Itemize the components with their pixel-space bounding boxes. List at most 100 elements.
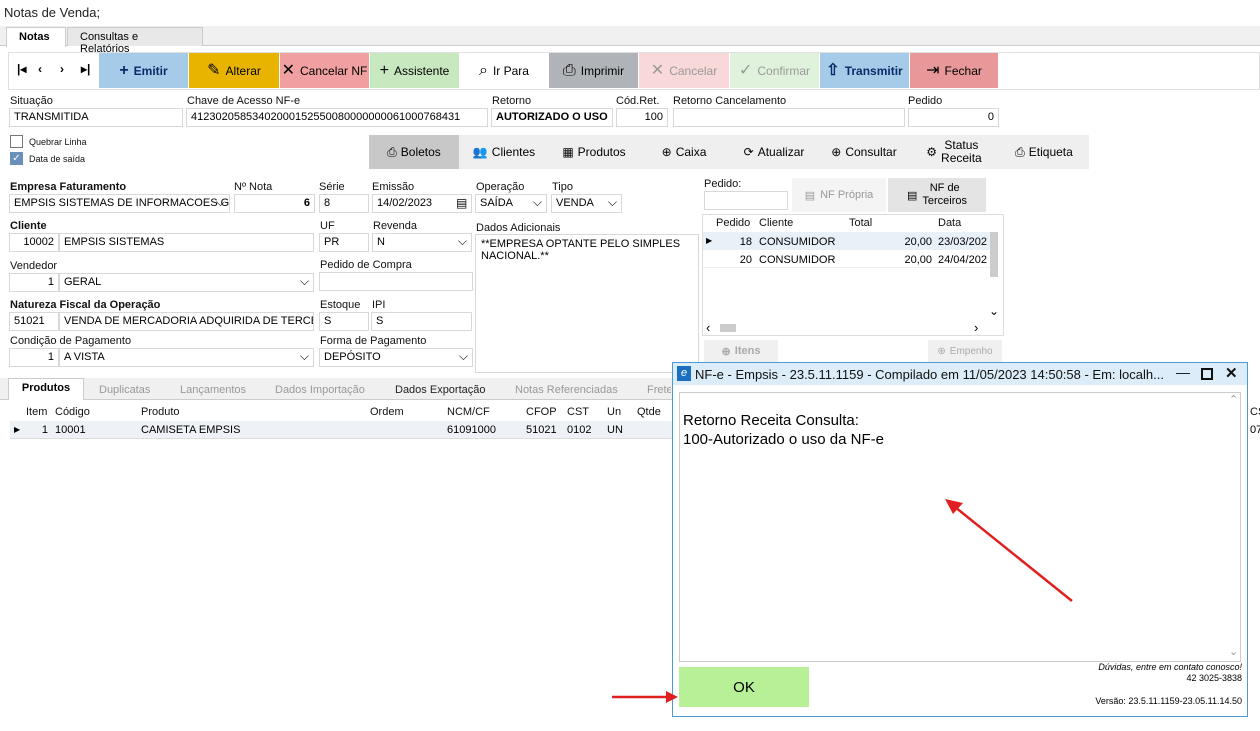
tab-dados-exportacao[interactable]: Dados Exportação (395, 384, 486, 396)
codret-field[interactable]: 100 (616, 108, 668, 127)
chave-field[interactable]: 4123020585340200015255008000000006100076… (186, 108, 488, 127)
x-icon: ✕ (650, 61, 665, 79)
pedido-field[interactable]: 0 (908, 108, 999, 127)
vendedor-code-field[interactable]: 1 (9, 273, 59, 292)
cancelar-button[interactable]: ✕ Cancelar (639, 53, 729, 88)
scroll-down-icon[interactable]: ⌄ (1229, 645, 1238, 658)
cell-un: UN (607, 424, 623, 436)
cancelar-nf-button[interactable]: ✕ Cancelar NF (280, 53, 369, 88)
scroll-right-icon[interactable]: › (974, 320, 978, 335)
empresa-select[interactable]: EMPSIS SISTEMAS DE INFORMACOES GEI (9, 194, 230, 213)
search-icon: ⌕ (479, 61, 488, 79)
row-pointer-icon: ▶ (14, 425, 21, 434)
itens-button[interactable]: ⊕ Itens (704, 340, 778, 362)
produtos-button[interactable]: ▦ Produtos (549, 135, 639, 169)
prev-record-icon[interactable]: ‹ (38, 62, 42, 76)
cliente-name-field[interactable]: EMPSIS SISTEMAS (59, 233, 314, 252)
scroll-up-icon[interactable]: ⌃ (1229, 393, 1238, 406)
data-saida-label: Data de saída (29, 154, 86, 164)
atualizar-button[interactable]: ⟳ Atualizar (729, 135, 819, 169)
emitir-button[interactable]: + Emitir (99, 53, 188, 88)
chave-label: Chave de Acesso NF-e (187, 95, 301, 107)
tab-produtos[interactable]: Produtos (8, 378, 84, 400)
pedido-search-field[interactable] (704, 191, 788, 210)
consultar-button[interactable]: ⊕ Consultar (819, 135, 909, 169)
close-icon[interactable]: ✕ (1225, 364, 1238, 382)
formapag-select[interactable]: DEPÓSITO (319, 348, 473, 367)
caixa-button[interactable]: ⊕ Caixa (639, 135, 729, 169)
tab-dados-importacao[interactable]: Dados Importação (275, 384, 365, 396)
message-line2: 100-Autorizado o uso da NF-e (683, 431, 884, 448)
quebrar-linha-label: Quebrar Linha (29, 137, 87, 147)
horizontal-scrollbar[interactable] (720, 324, 736, 332)
pedido-label: Pedido (908, 95, 943, 107)
alterar-button[interactable]: ✎ Alterar (189, 53, 279, 88)
tab-lancamentos[interactable]: Lançamentos (180, 384, 246, 396)
col-total: Total (849, 217, 873, 229)
situacao-field[interactable]: TRANSMITIDA (9, 108, 183, 127)
scroll-down-icon[interactable]: ⌄ (989, 304, 999, 318)
assistente-button[interactable]: + Assistente (370, 53, 459, 88)
operacao-select[interactable]: SAÍDA (475, 194, 547, 213)
tipo-select[interactable]: VENDA (551, 194, 622, 213)
tab-notas[interactable]: Notas (6, 27, 66, 47)
plus-circle-icon: ⊕ (937, 345, 946, 357)
uf-field[interactable]: PR (319, 233, 369, 252)
retorno-label: Retorno (492, 95, 532, 107)
check-icon: ✓ (738, 61, 753, 79)
users-icon: 👥 (472, 145, 488, 159)
minimize-icon[interactable]: — (1176, 364, 1190, 380)
natureza-code-field[interactable]: 51021 (9, 312, 59, 331)
imprimir-button[interactable]: ⎙ Imprimir (549, 53, 638, 88)
serie-field[interactable]: 8 (319, 194, 369, 213)
cell-data: 24/04/202 (938, 254, 987, 266)
printer-icon: ⎙ (562, 61, 576, 79)
pedido-compra-field[interactable] (319, 272, 473, 291)
estoque-field[interactable]: S (319, 312, 369, 331)
dados-adicionais-textarea[interactable]: **EMPRESA OPTANTE PELO SIMPLES NACIONAL.… (475, 234, 699, 373)
confirmar-button[interactable]: ✓ Confirmar (730, 53, 819, 88)
retorno-cancelamento-field[interactable] (673, 108, 905, 127)
app-logo-icon: e (677, 366, 691, 381)
data-saida-checkbox[interactable]: ✓ (10, 152, 23, 165)
revenda-label: Revenda (373, 220, 418, 232)
row-pointer-icon: ▶ (706, 236, 713, 245)
edit-icon: ✎ (207, 61, 221, 79)
ir-para-button[interactable]: ⌕ Ir Para (460, 53, 548, 88)
nf-propria-button[interactable]: ▤ NF Própria (792, 178, 886, 212)
last-record-icon[interactable]: ▸| (81, 62, 90, 76)
col-qtde: Qtde (637, 406, 661, 418)
scroll-left-icon[interactable]: ‹ (706, 320, 710, 335)
maximize-icon[interactable] (1201, 368, 1213, 380)
transmitir-button[interactable]: ⇧ Transmitir (820, 53, 909, 88)
clientes-button[interactable]: 👥 Clientes (459, 135, 549, 169)
versao-text: Versão: 23.5.11.1159-23.05.11.14.50 (1095, 696, 1242, 706)
status-receita-button[interactable]: ⚙ Status Receita (909, 135, 999, 169)
vertical-scrollbar[interactable] (990, 232, 998, 277)
first-record-icon[interactable]: |◂ (17, 62, 26, 76)
calendar-icon[interactable]: ▤ (456, 196, 467, 210)
ipi-field[interactable]: S (371, 312, 472, 331)
col-pedido: Pedido (716, 217, 751, 229)
nnota-field[interactable]: 6 (234, 194, 315, 213)
nf-terceiros-button[interactable]: ▤ NF de Terceiros (888, 178, 986, 212)
tab-duplicatas[interactable]: Duplicatas (99, 384, 150, 396)
tab-frete[interactable]: Frete (647, 384, 671, 396)
vendedor-select[interactable]: GERAL (59, 273, 314, 292)
retorno-field[interactable]: AUTORIZADO O USO (491, 108, 613, 127)
tab-consultas[interactable]: Consultas e Relatórios (67, 27, 203, 55)
upload-file-icon: ⇧ (826, 61, 840, 79)
fechar-button[interactable]: ⇥ Fechar (910, 53, 998, 88)
etiqueta-button[interactable]: ⎙ Etiqueta (999, 135, 1089, 169)
empenho-button[interactable]: ⊕ Empenho (928, 340, 1002, 362)
tab-notas-referenciadas[interactable]: Notas Referenciadas (515, 384, 618, 396)
boletos-button[interactable]: ⎙ Boletos (369, 135, 459, 169)
next-record-icon[interactable]: › (60, 62, 64, 76)
natureza-name-field[interactable]: VENDA DE MERCADORIA ADQUIRIDA DE TERCEIR (59, 312, 314, 331)
cliente-code-field[interactable]: 10002 (9, 233, 59, 252)
quebrar-linha-checkbox[interactable] (10, 135, 23, 148)
condpag-code-field[interactable]: 1 (9, 348, 59, 367)
revenda-select[interactable]: N (372, 233, 472, 252)
condpag-select[interactable]: A VISTA (59, 348, 314, 367)
situacao-label: Situação (10, 95, 53, 107)
